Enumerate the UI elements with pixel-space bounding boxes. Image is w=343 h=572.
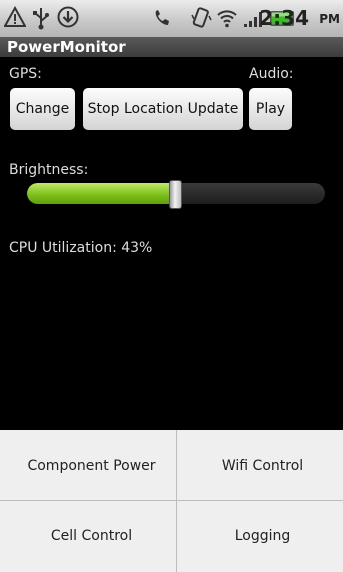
phone-icon: [155, 10, 169, 25]
vibrate-icon: [191, 7, 212, 28]
brightness-slider-fill: [27, 183, 176, 204]
change-button[interactable]: Change: [10, 88, 75, 130]
gps-label: GPS:: [9, 66, 42, 82]
clock-time: 2:34: [259, 6, 309, 30]
download-icon: [57, 6, 79, 28]
audio-label: Audio:: [249, 66, 294, 82]
status-bar: 2:34 PM: [0, 0, 343, 37]
stop-location-update-button[interactable]: Stop Location Update: [83, 88, 243, 130]
wifi-icon: [217, 10, 237, 28]
screen: 2:34 PM PowerMonitor GPS: Audio: Change …: [0, 0, 343, 572]
clock-ampm: PM: [319, 12, 340, 26]
play-button[interactable]: Play: [249, 88, 292, 130]
warning-icon: [4, 6, 26, 27]
menu-item-component-power[interactable]: Component Power: [6, 431, 177, 501]
usb-icon: [33, 8, 49, 30]
app-title: PowerMonitor: [0, 37, 343, 57]
menu-item-logging[interactable]: Logging: [177, 501, 343, 571]
menu-divider-horizontal: [0, 500, 343, 501]
cpu-utilization-text: CPU Utilization: 43%: [9, 240, 153, 256]
menu-divider-vertical: [176, 430, 177, 572]
brightness-slider-thumb[interactable]: [169, 180, 182, 209]
menu-item-cell-control[interactable]: Cell Control: [6, 501, 177, 571]
brightness-label: Brightness:: [9, 162, 89, 178]
menu-item-wifi-control[interactable]: Wifi Control: [177, 431, 343, 501]
